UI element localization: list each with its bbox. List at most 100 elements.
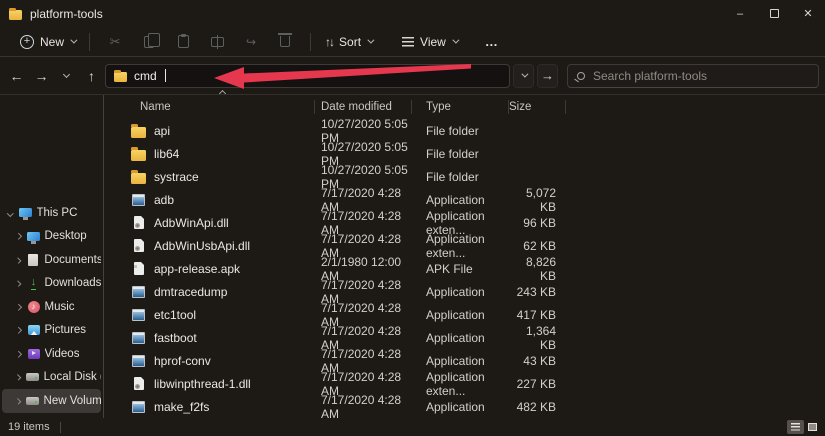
large-icons-view-icon bbox=[808, 423, 817, 431]
column-header-name[interactable]: Name bbox=[120, 100, 315, 114]
file-date: 7/17/2020 4:28 AM bbox=[315, 393, 412, 421]
chevron-collapsed-icon bbox=[15, 233, 21, 239]
sidebar-item-music[interactable]: ♪ Music bbox=[2, 295, 101, 319]
file-list-pane: Name Date modified Type Size api 10/27/2… bbox=[104, 95, 825, 418]
address-bar[interactable]: cmd bbox=[105, 64, 510, 88]
table-row[interactable]: libwinpthread-1.dll 7/17/2020 4:28 AM Ap… bbox=[120, 372, 825, 395]
application-icon bbox=[131, 192, 146, 207]
rename-icon bbox=[211, 37, 224, 47]
table-row[interactable]: dmtracedump 7/17/2020 4:28 AM Applicatio… bbox=[120, 280, 825, 303]
sidebar-item-downloads[interactable]: ↓ Downloads bbox=[2, 272, 101, 296]
sidebar-item-videos[interactable]: Videos bbox=[2, 342, 101, 366]
details-view-icon bbox=[791, 423, 800, 431]
table-row[interactable]: app-release.apk 2/1/1980 12:00 AM APK Fi… bbox=[120, 257, 825, 280]
chevron-collapsed-icon bbox=[15, 327, 21, 333]
forward-button[interactable]: → bbox=[29, 63, 54, 89]
delete-button[interactable] bbox=[268, 29, 302, 55]
file-type: Application bbox=[412, 331, 509, 345]
chevron-collapsed-icon bbox=[15, 374, 21, 380]
file-rows: api 10/27/2020 5:05 PM File folder lib64… bbox=[120, 119, 825, 418]
view-button[interactable]: View bbox=[396, 29, 463, 55]
music-icon: ♪ bbox=[27, 300, 41, 314]
table-row[interactable]: AdbWinUsbApi.dll 7/17/2020 4:28 AM Appli… bbox=[120, 234, 825, 257]
go-button[interactable]: → bbox=[537, 64, 558, 88]
documents-icon bbox=[26, 253, 40, 267]
new-button-label: New bbox=[40, 35, 64, 49]
search-icon bbox=[577, 72, 585, 80]
table-row[interactable]: etc1tool 7/17/2020 4:28 AM Application 4… bbox=[120, 303, 825, 326]
file-size: 43 KB bbox=[509, 354, 566, 368]
sidebar-item-local-disk-c[interactable]: Local Disk (C:) bbox=[2, 366, 101, 390]
desktop-icon bbox=[27, 229, 41, 243]
search-input[interactable] bbox=[593, 69, 783, 83]
application-icon bbox=[131, 330, 146, 345]
generic-file-icon bbox=[131, 261, 146, 276]
cut-button[interactable]: ✂ bbox=[98, 29, 132, 55]
file-size: 8,826 KB bbox=[509, 255, 566, 283]
file-name: api bbox=[154, 124, 170, 138]
sort-button[interactable]: ↑↓ Sort bbox=[319, 29, 378, 55]
sidebar-item-desktop[interactable]: Desktop bbox=[2, 225, 101, 249]
search-box[interactable] bbox=[567, 64, 819, 88]
column-header-label: Name bbox=[140, 100, 171, 114]
share-button[interactable]: ↪ bbox=[234, 29, 268, 55]
chevron-collapsed-icon bbox=[15, 280, 21, 286]
dll-file-icon bbox=[131, 215, 146, 230]
chevron-down-icon bbox=[367, 37, 374, 44]
status-divider bbox=[60, 422, 61, 433]
table-row[interactable]: systrace 10/27/2020 5:05 PM File folder bbox=[120, 165, 825, 188]
file-name: systrace bbox=[154, 170, 199, 184]
column-header-size[interactable]: Size bbox=[509, 100, 566, 114]
pictures-icon bbox=[27, 323, 41, 337]
chevron-down-icon bbox=[452, 37, 459, 44]
up-button[interactable]: ↑ bbox=[79, 63, 104, 89]
file-size: 417 KB bbox=[509, 308, 566, 322]
file-name: AdbWinUsbApi.dll bbox=[154, 239, 250, 253]
file-name: libwinpthread-1.dll bbox=[154, 377, 251, 391]
file-name: app-release.apk bbox=[154, 262, 240, 276]
address-dropdown-button[interactable] bbox=[513, 64, 534, 88]
paste-icon bbox=[178, 35, 189, 48]
column-header-type[interactable]: Type bbox=[412, 100, 509, 114]
copy-icon bbox=[144, 36, 154, 48]
file-name: etc1tool bbox=[154, 308, 196, 322]
copy-button[interactable] bbox=[132, 29, 166, 55]
table-row[interactable]: lib64 10/27/2020 5:05 PM File folder bbox=[120, 142, 825, 165]
folder-icon bbox=[114, 72, 127, 82]
see-more-button[interactable]: … bbox=[475, 29, 509, 55]
dll-file-icon bbox=[131, 376, 146, 391]
back-button[interactable]: ← bbox=[4, 63, 29, 89]
window-controls: – ✕ bbox=[723, 0, 825, 27]
trash-icon bbox=[280, 36, 290, 47]
file-size: 5,072 KB bbox=[509, 186, 566, 214]
sidebar-item-this-pc[interactable]: This PC bbox=[2, 201, 101, 225]
chevron-collapsed-icon bbox=[15, 398, 21, 404]
new-button[interactable]: + New bbox=[14, 29, 81, 55]
paste-button[interactable] bbox=[166, 29, 200, 55]
sidebar-item-new-volume-d[interactable]: New Volume (D bbox=[2, 389, 101, 413]
file-size: 62 KB bbox=[509, 239, 566, 253]
share-icon: ↪ bbox=[246, 35, 256, 49]
downloads-icon: ↓ bbox=[26, 276, 40, 290]
application-icon bbox=[131, 307, 146, 322]
close-button[interactable]: ✕ bbox=[791, 0, 825, 27]
table-row[interactable]: fastboot 7/17/2020 4:28 AM Application 1… bbox=[120, 326, 825, 349]
text-caret bbox=[165, 69, 166, 82]
view-toggles bbox=[787, 420, 821, 434]
column-header-date-modified[interactable]: Date modified bbox=[315, 100, 412, 114]
sidebar-item-pictures[interactable]: Pictures bbox=[2, 319, 101, 343]
sidebar-item-documents[interactable]: Documents bbox=[2, 248, 101, 272]
details-view-button[interactable] bbox=[787, 420, 804, 434]
column-header-label: Type bbox=[426, 100, 451, 114]
recent-locations-button[interactable] bbox=[54, 63, 79, 89]
maximize-button[interactable] bbox=[757, 0, 791, 27]
minimize-button[interactable]: – bbox=[723, 0, 757, 27]
address-input-value[interactable]: cmd bbox=[134, 69, 157, 83]
status-bar: 19 items bbox=[0, 418, 825, 436]
table-row[interactable]: api 10/27/2020 5:05 PM File folder bbox=[120, 119, 825, 142]
rename-button[interactable] bbox=[200, 29, 234, 55]
window-title: platform-tools bbox=[30, 7, 103, 21]
folder-icon bbox=[9, 10, 22, 20]
large-icons-view-button[interactable] bbox=[804, 420, 821, 434]
table-row[interactable]: make_f2fs 7/17/2020 4:28 AM Application … bbox=[120, 395, 825, 418]
